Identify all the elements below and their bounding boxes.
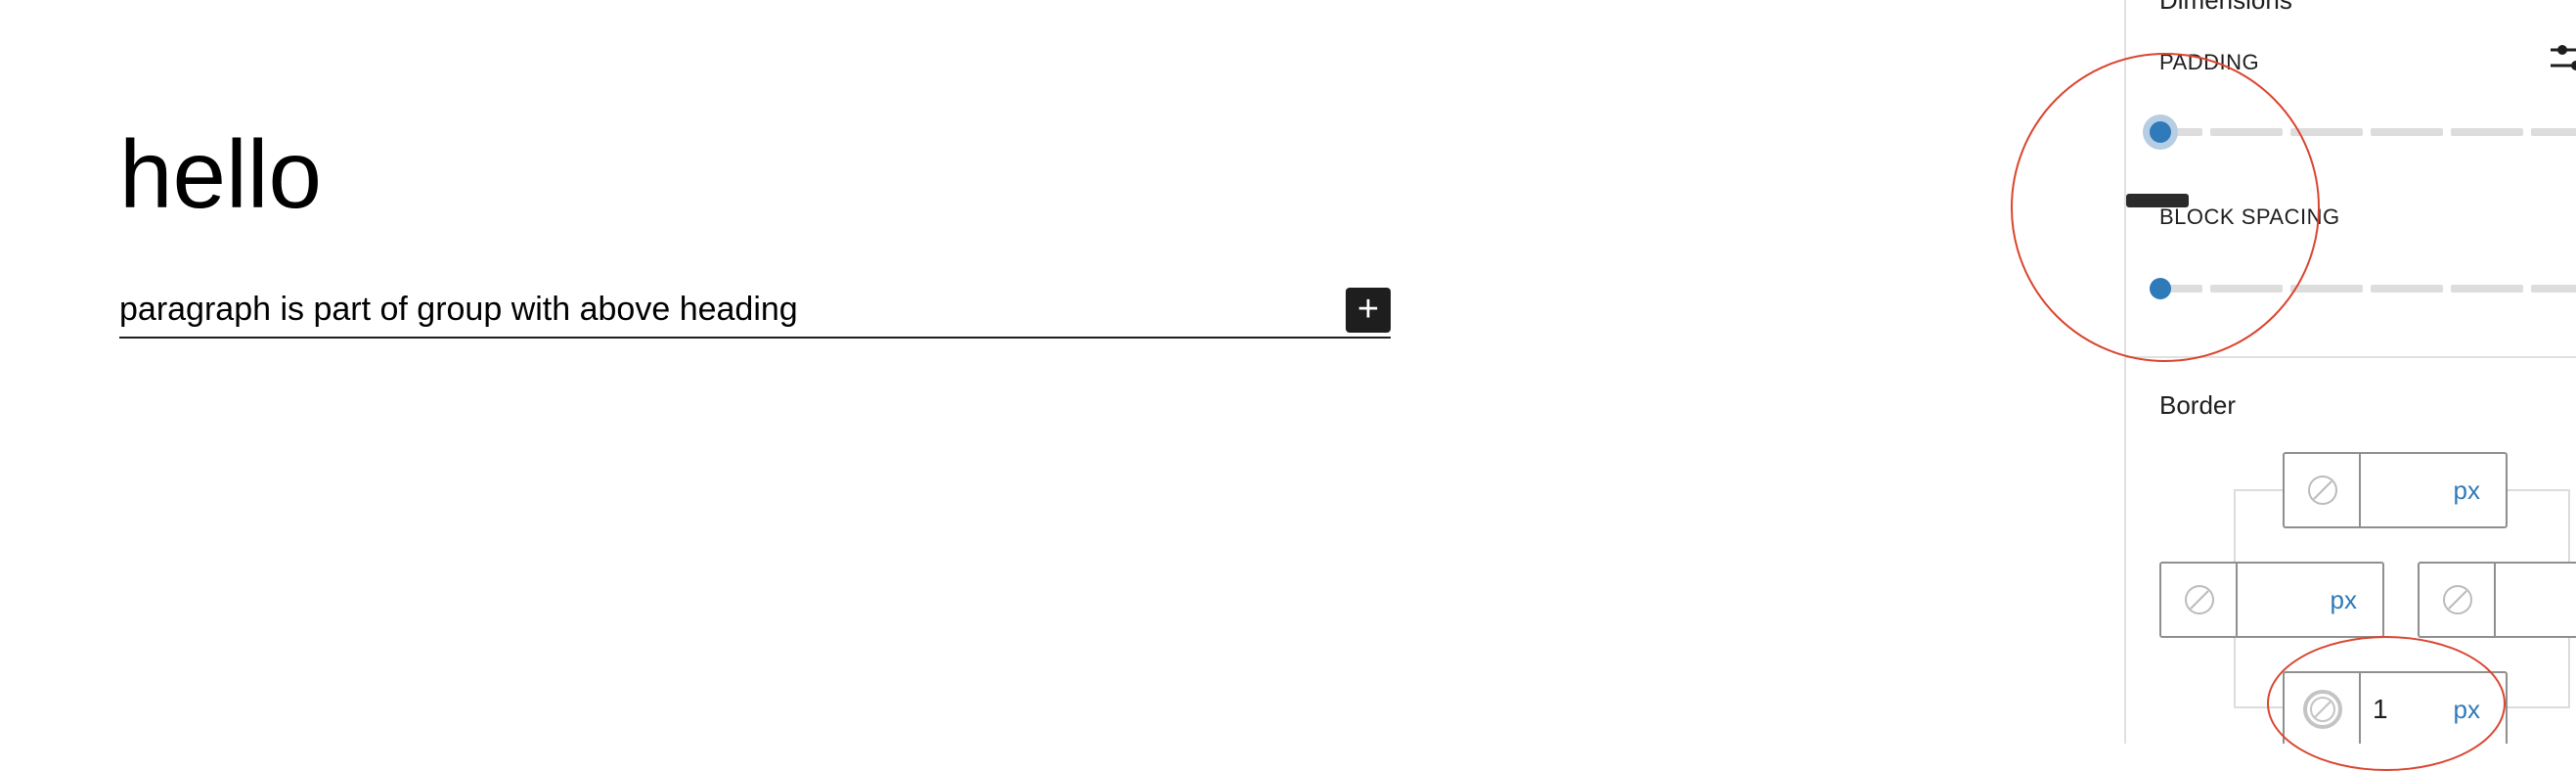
- settings-sidebar: Dimensions PADDING BLOCK SPACING Border: [2124, 0, 2576, 744]
- border-bottom-unit-select[interactable]: px: [2454, 673, 2480, 744]
- border-panel-title[interactable]: Border: [2159, 389, 2236, 421]
- block-spacing-slider-track: [2371, 285, 2443, 293]
- padding-slider-track: [2531, 128, 2576, 136]
- sliders-icon[interactable]: [2547, 41, 2576, 76]
- no-color-icon: [2303, 690, 2342, 729]
- border-left-unit-select[interactable]: px: [2331, 564, 2357, 636]
- block-spacing-slider-track: [2210, 285, 2283, 293]
- padding-slider-track: [2210, 128, 2283, 136]
- border-top-control[interactable]: px: [2283, 452, 2508, 528]
- padding-slider-track: [2451, 128, 2523, 136]
- padding-slider-thumb[interactable]: [2150, 121, 2171, 143]
- dimensions-panel-title[interactable]: Dimensions: [2159, 0, 2292, 16]
- border-top-unit-select[interactable]: px: [2454, 454, 2480, 526]
- block-spacing-slider-thumb[interactable]: [2150, 278, 2171, 299]
- heading-block[interactable]: hello: [119, 115, 322, 233]
- border-bottom-control[interactable]: 1 px: [2283, 671, 2508, 744]
- border-right-control[interactable]: px: [2418, 562, 2576, 638]
- border-left-color-button[interactable]: [2161, 564, 2238, 636]
- block-spacing-slider-track: [2451, 285, 2523, 293]
- padding-slider-track: [2290, 128, 2363, 136]
- panel-divider: [2126, 356, 2576, 358]
- plus-icon: +: [1356, 289, 1380, 330]
- padding-label: PADDING: [2159, 50, 2260, 74]
- no-color-icon: [2308, 476, 2337, 505]
- paragraph-block[interactable]: paragraph is part of group with above he…: [119, 284, 1391, 339]
- padding-slider-track: [2371, 128, 2443, 136]
- block-spacing-slider-track: [2290, 285, 2363, 293]
- block-spacing-slider-track: [2531, 285, 2576, 293]
- paragraph-text[interactable]: paragraph is part of group with above he…: [119, 286, 798, 333]
- border-left-control[interactable]: px: [2159, 562, 2384, 638]
- block-spacing-label: BLOCK SPACING: [2159, 204, 2340, 229]
- border-bottom-color-button[interactable]: [2285, 673, 2361, 744]
- editor-canvas[interactable]: hello paragraph is part of group with ab…: [0, 0, 2124, 744]
- block-inserter-button[interactable]: +: [1346, 288, 1391, 333]
- no-color-icon: [2443, 585, 2472, 614]
- border-top-color-button[interactable]: [2285, 454, 2361, 526]
- border-bottom-width-input[interactable]: 1: [2373, 673, 2388, 744]
- no-color-icon: [2185, 585, 2214, 614]
- border-right-color-button[interactable]: [2420, 564, 2496, 636]
